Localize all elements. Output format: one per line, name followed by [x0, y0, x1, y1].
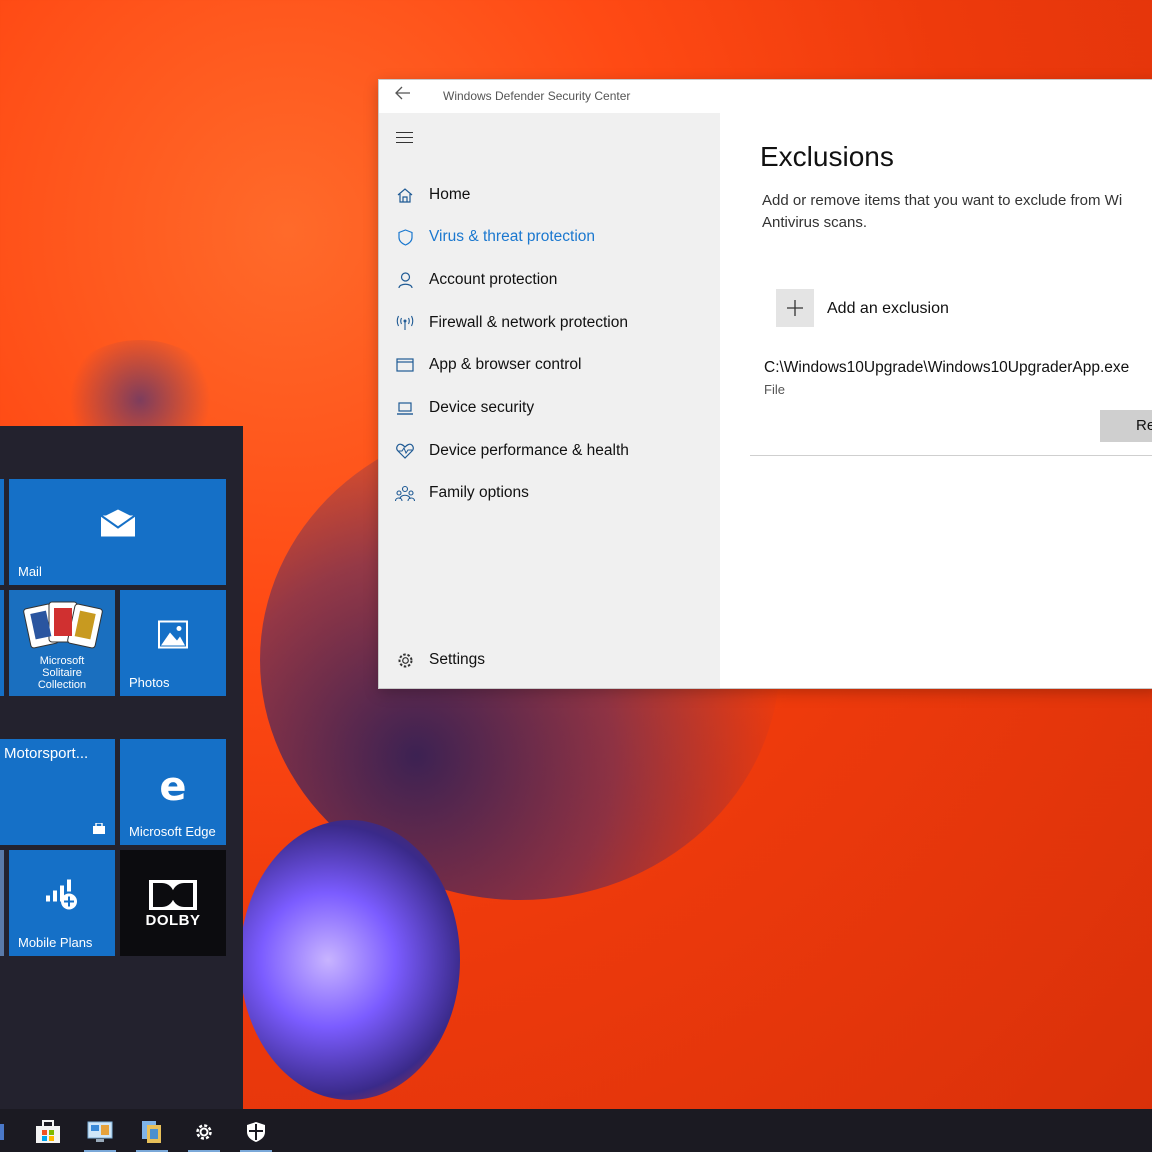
remove-button[interactable]: Re: [1100, 410, 1152, 442]
mail-icon: [99, 507, 136, 546]
taskbar: [0, 1109, 1152, 1152]
edge-icon: e: [159, 763, 187, 810]
control-panel-icon[interactable]: [80, 1114, 120, 1152]
start-menu: Mail Microsoft Solitaire Collection Phot…: [0, 426, 243, 1109]
sidebar-item-label: Device performance & health: [429, 442, 629, 459]
arrow-left-icon[interactable]: [395, 86, 411, 105]
add-exclusion-button[interactable]: [776, 289, 814, 327]
title-bar: Windows Defender Security Center: [379, 80, 1152, 113]
gear-icon: [395, 652, 415, 669]
add-exclusion-label[interactable]: Add an exclusion: [827, 300, 949, 318]
sidebar-item-label: App & browser control: [429, 356, 582, 373]
taskbar-app-partial-icon[interactable]: [0, 1114, 18, 1150]
defender-shield-icon[interactable]: [236, 1114, 276, 1152]
plus-icon: [786, 293, 804, 324]
wallpaper-flower-center: [240, 820, 460, 1100]
signal-plus-icon: [44, 875, 80, 920]
tile-partial[interactable]: [0, 590, 4, 696]
sidebar-item-performance[interactable]: Device performance & health: [395, 436, 629, 466]
browser-window-icon: [395, 358, 415, 372]
mobile-plans-tile-label: Mobile Plans: [18, 935, 93, 950]
main-content: Exclusions Add or remove items that you …: [720, 113, 1152, 688]
file-manager-icon[interactable]: [132, 1114, 172, 1152]
mail-tile[interactable]: Mail: [9, 479, 226, 585]
window-title: Windows Defender Security Center: [443, 89, 631, 103]
motorsport-tile-label: Motorsport...: [4, 745, 89, 762]
solitaire-tile-label: Microsoft Solitaire Collection: [37, 655, 87, 691]
hamburger-icon[interactable]: [396, 132, 413, 147]
sidebar-item-label: Home: [429, 186, 471, 203]
page-title: Exclusions: [760, 141, 894, 172]
home-icon: [395, 187, 415, 203]
laptop-icon: [395, 401, 415, 415]
heart-icon: [395, 443, 415, 459]
photos-icon: [158, 618, 188, 657]
sidebar: Home Virus & threat protection Account p…: [379, 113, 720, 688]
solitaire-tile[interactable]: Microsoft Solitaire Collection: [9, 590, 115, 696]
sidebar-item-app-browser[interactable]: App & browser control: [395, 350, 582, 380]
dolby-tile-label: DOLBY: [145, 912, 201, 929]
gear-icon[interactable]: [184, 1114, 224, 1152]
mobile-plans-tile[interactable]: Mobile Plans: [9, 850, 115, 956]
sidebar-item-firewall[interactable]: Firewall & network protection: [395, 308, 628, 338]
shield-icon: [395, 228, 415, 246]
family-icon: [395, 485, 415, 502]
dolby-logo-icon: [149, 880, 197, 913]
sidebar-item-device-security[interactable]: Device security: [395, 393, 534, 423]
exclusion-path[interactable]: C:\Windows10Upgrade\Windows10UpgraderApp…: [764, 359, 1129, 377]
antenna-icon: [395, 315, 415, 331]
sidebar-item-virus-threat[interactable]: Virus & threat protection: [395, 222, 595, 252]
sidebar-item-label: Account protection: [429, 271, 558, 288]
store-icon[interactable]: [28, 1114, 68, 1150]
sidebar-item-label: Family options: [429, 484, 529, 501]
motorsport-tile[interactable]: Motorsport...: [0, 739, 115, 845]
tile-partial[interactable]: [0, 850, 4, 956]
defender-window: Windows Defender Security Center Home Vi…: [379, 80, 1152, 688]
store-badge-icon: [93, 822, 105, 837]
sidebar-item-label: Firewall & network protection: [429, 314, 628, 331]
sidebar-item-settings[interactable]: Settings: [395, 645, 485, 675]
sidebar-item-family[interactable]: Family options: [395, 478, 529, 508]
sidebar-item-label: Settings: [429, 651, 486, 668]
mail-tile-label: Mail: [18, 564, 42, 579]
edge-tile[interactable]: e Microsoft Edge: [120, 739, 226, 845]
divider: [750, 455, 1152, 456]
tile-partial[interactable]: [0, 479, 4, 585]
exclusion-type: File: [764, 382, 785, 397]
sidebar-item-home[interactable]: Home: [395, 180, 470, 210]
sidebar-item-label: Virus & threat protection: [429, 228, 595, 245]
sidebar-item-account[interactable]: Account protection: [395, 265, 557, 295]
edge-tile-label: Microsoft Edge: [129, 824, 216, 839]
photos-tile[interactable]: Photos: [120, 590, 226, 696]
page-description: Add or remove items that you want to exc…: [762, 192, 1123, 231]
dolby-tile[interactable]: DOLBY: [120, 850, 226, 956]
sidebar-item-label: Device security: [429, 399, 535, 416]
photos-tile-label: Photos: [129, 675, 170, 690]
person-icon: [395, 271, 415, 289]
